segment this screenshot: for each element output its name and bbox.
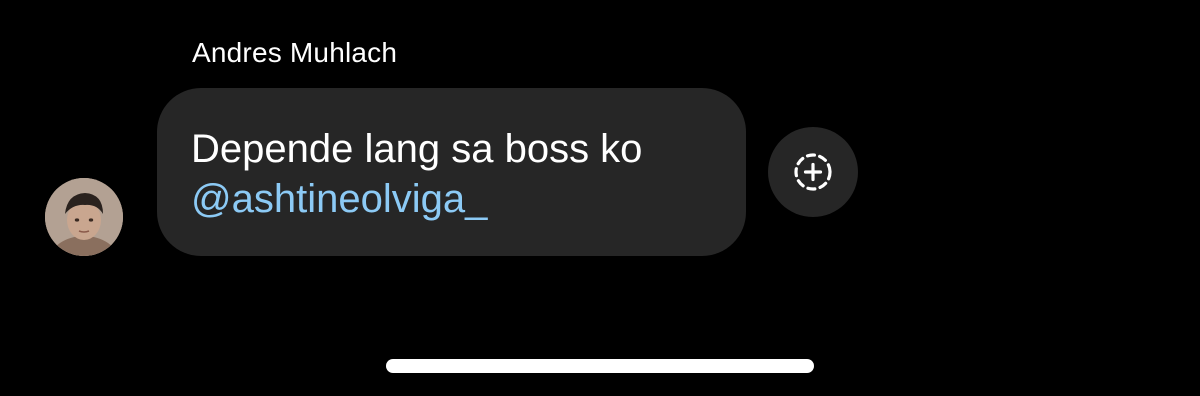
sender-name: Andres Muhlach — [192, 37, 398, 68]
message-bubble[interactable]: Depende lang sa boss ko @ashtineolviga_ — [157, 88, 746, 256]
avatar-photo — [45, 178, 123, 256]
mention-link[interactable]: @ashtineolviga_ — [191, 174, 487, 224]
home-indicator[interactable] — [386, 359, 814, 373]
add-reaction-icon — [794, 153, 832, 191]
add-reaction-button[interactable] — [768, 127, 858, 217]
avatar[interactable] — [45, 178, 123, 256]
message-text: Depende lang sa boss ko — [191, 127, 643, 171]
